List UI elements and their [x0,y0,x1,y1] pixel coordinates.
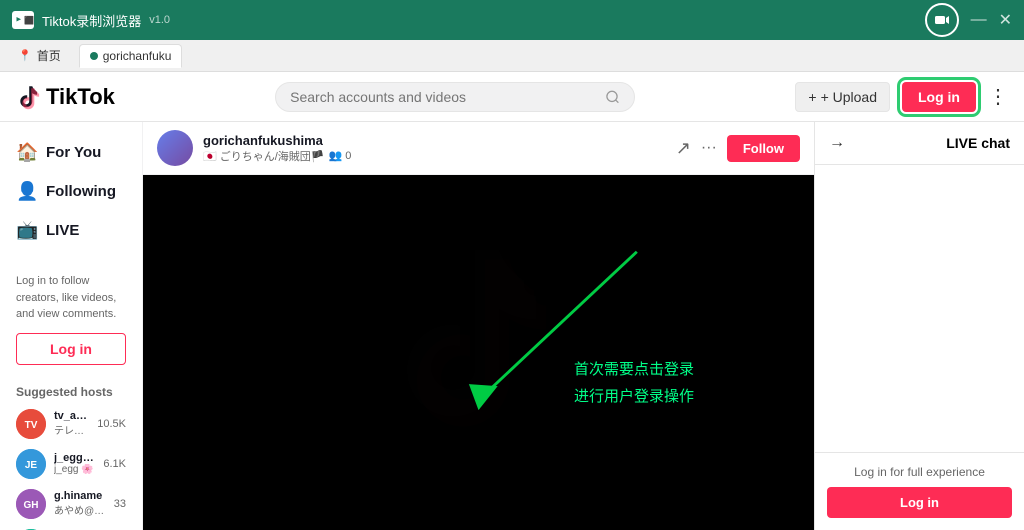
sidebar-for-you-label: For You [46,144,101,161]
title-bar: Tiktok录制浏览器 v1.0 — ✕ [0,0,1024,40]
chat-login-button[interactable]: Log in [827,487,1012,518]
streamer-info: gorichanfukushima 🇯🇵 ごりちゃん/海賊団🏴 👥 0 [203,133,666,164]
upload-label: + Upload [821,89,877,105]
sidebar-live-label: LIVE [46,222,79,239]
chat-sidebar: → LIVE chat Log in for full experience L… [814,122,1024,530]
streamer-name: gorichanfukushima [203,133,666,148]
login-button[interactable]: Log in [902,82,976,112]
tab-home-label: 首页 [37,47,61,64]
search-bar[interactable] [275,82,635,112]
host-avatar-img-2: GH [16,489,46,519]
title-bar-left: Tiktok录制浏览器 v1.0 [12,11,170,30]
tab-active-label: gorichanfuku [103,49,172,63]
app-container: TikTok + + Upload Log in ⋮ 🏠 For Y [0,72,1024,530]
sidebar-login-text: Log in to follow creators, like videos, … [16,273,126,323]
streamer-sub: 🇯🇵 ごりちゃん/海賊団🏴 👥 0 [203,148,666,164]
svg-text:GH: GH [24,500,39,511]
svg-text:TV: TV [25,420,38,431]
host-name-1: j_egg2022 [54,452,95,464]
video-watermark [379,240,579,465]
live-icon: 📺 [16,220,36,241]
share-button[interactable]: ↗ [676,138,691,159]
sidebar: 🏠 For You 👤 Following 📺 LIVE Log in to f… [0,122,143,530]
streamer-actions: ↗ ··· Follow [676,135,800,162]
host-item-0[interactable]: TV tv_asahi_n... テレ朝news【公式】 10.5K [16,409,126,439]
host-count-1: 6.1K [103,458,126,470]
following-icon: 👤 [16,181,36,202]
host-avatar-img-1: JE [16,449,46,479]
suggested-hosts: Suggested hosts TV tv_asahi_n... テレ朝news… [0,373,142,530]
more-button[interactable]: ⋮ [988,84,1008,109]
host-item-1[interactable]: JE j_egg2022 j_egg 🌸 6.1K [16,449,126,479]
search-input[interactable] [290,89,605,105]
nav-right: + + Upload Log in ⋮ [795,82,1008,112]
home-tab-icon: 📍 [18,49,32,62]
host-info-1: j_egg2022 j_egg 🌸 [54,452,95,475]
tiktok-watermark-svg [379,240,579,460]
login-hint: 首次需要点击登录 进行用户登录操作 [574,356,694,410]
app-title: Tiktok录制浏览器 [42,11,141,30]
host-info-2: g.hiname あやめ@バックられ... [54,490,106,517]
sidebar-item-live[interactable]: 📺 LIVE [0,212,142,249]
host-name-0: tv_asahi_n... [54,410,89,422]
tab-home[interactable]: 📍 首页 [8,43,71,68]
svg-text:JE: JE [25,460,38,471]
app-icon [12,11,34,29]
host-item-2[interactable]: GH g.hiname あやめ@バックられ... 33 [16,489,126,519]
tiktok-logo[interactable]: TikTok [16,84,115,110]
upload-icon: + [808,89,816,105]
app-version: v1.0 [149,14,170,26]
title-bar-right: — ✕ [925,3,1012,37]
suggested-title: Suggested hosts [16,385,126,399]
sidebar-item-for-you[interactable]: 🏠 For You [0,134,142,171]
home-icon: 🏠 [16,142,36,163]
host-sub-2: あやめ@バックられ... [54,502,106,517]
top-nav: TikTok + + Upload Log in ⋮ [0,72,1024,122]
sidebar-login-button[interactable]: Log in [16,333,126,365]
chat-collapse-button[interactable]: → [829,134,845,152]
chat-footer: Log in for full experience Log in [815,452,1024,530]
host-avatar-0: TV [16,409,46,439]
main-video-area: gorichanfukushima 🇯🇵 ごりちゃん/海賊団🏴 👥 0 ↗ ··… [143,122,814,530]
streamer-badges: 🇯🇵 ごりちゃん/海賊団🏴 [203,148,325,164]
chat-header: → LIVE chat [815,122,1024,165]
streamer-viewers: 👥 0 [329,149,352,162]
host-count-2: 33 [114,498,126,510]
tab-active[interactable]: gorichanfuku [79,44,183,68]
video-container: 首次需要点击登录 进行用户登录操作 [143,175,814,530]
upload-button[interactable]: + + Upload [795,82,890,112]
login-hint-line1: 首次需要点击登录 [574,356,694,383]
sidebar-item-following[interactable]: 👤 Following [0,173,142,210]
sidebar-nav: 🏠 For You 👤 Following 📺 LIVE [0,134,142,249]
content-area: 🏠 For You 👤 Following 📺 LIVE Log in to f… [0,122,1024,530]
search-icon [605,89,620,105]
logo-text: TikTok [46,84,115,110]
host-sub-0: テレ朝news【公式】 [54,422,89,437]
host-avatar-2: GH [16,489,46,519]
camera-button[interactable] [925,3,959,37]
host-count-0: 10.5K [97,418,126,430]
streamer-more-button[interactable]: ··· [701,139,717,157]
chat-title: LIVE chat [946,135,1010,151]
sidebar-following-label: Following [46,183,116,200]
tab-active-dot [90,52,98,60]
tab-bar: 📍 首页 gorichanfuku [0,40,1024,72]
chat-login-text: Log in for full experience [827,465,1012,479]
host-avatar-1: JE [16,449,46,479]
minimize-button[interactable]: — [971,11,987,29]
streamer-avatar [157,130,193,166]
host-sub-1: j_egg 🌸 [54,464,95,475]
host-name-2: g.hiname [54,490,106,502]
host-info-0: tv_asahi_n... テレ朝news【公式】 [54,410,89,437]
close-button[interactable]: ✕ [999,10,1012,30]
video-header: gorichanfukushima 🇯🇵 ごりちゃん/海賊団🏴 👥 0 ↗ ··… [143,122,814,175]
chat-body [815,165,1024,452]
follow-button[interactable]: Follow [727,135,800,162]
sidebar-login-section: Log in to follow creators, like videos, … [0,265,142,373]
login-hint-line2: 进行用户登录操作 [574,383,694,410]
host-avatar-img-0: TV [16,409,46,439]
